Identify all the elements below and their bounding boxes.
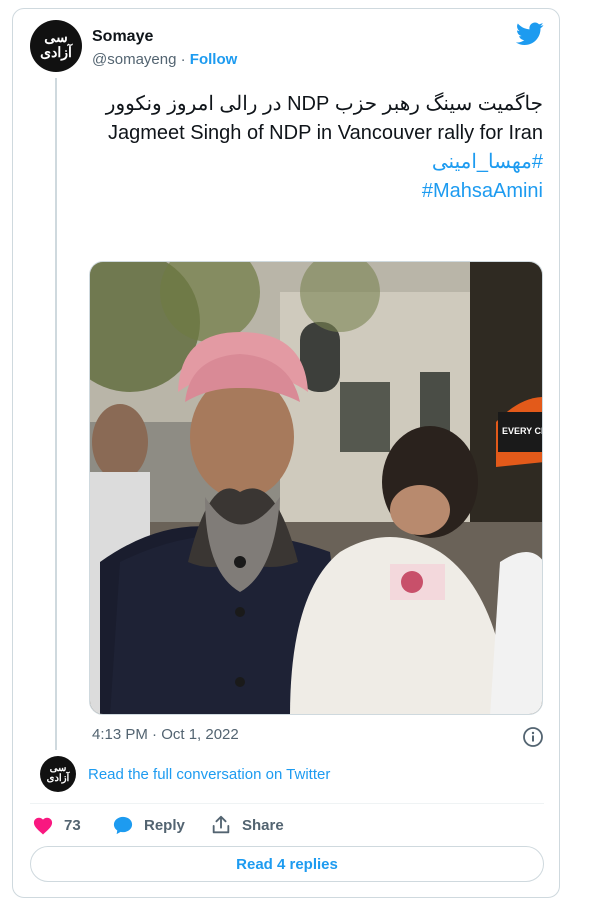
timestamp-row: 4:13 PM · Oct 1, 2022 (92, 726, 544, 748)
share-label: Share (242, 816, 284, 834)
read-replies-label: Read 4 replies (236, 855, 338, 873)
tweet-text-english: Jagmeet Singh of NDP in Vancouver rally … (107, 122, 543, 144)
share-button[interactable]: Share (210, 812, 284, 838)
read-replies-button[interactable]: Read 4 replies (30, 846, 544, 882)
author-handle-row: @somayeng · Follow (92, 51, 237, 68)
author-avatar[interactable]: سی آزادی (30, 20, 82, 72)
photo-illustration: EVERY CHILD (90, 262, 543, 714)
follow-button[interactable]: Follow (190, 51, 238, 68)
heart-icon (33, 817, 53, 835)
hashtag-english[interactable]: #MahsaAmini (92, 177, 543, 206)
author-handle[interactable]: @somayeng (92, 51, 176, 68)
divider (30, 803, 544, 804)
tweet-text-persian: جاگمیت سینگ رهبر حزب NDP در رالی امروز و… (105, 93, 543, 115)
twitter-bird-icon[interactable] (516, 22, 544, 46)
reply-bubble-icon (113, 816, 133, 835)
tweet-timestamp[interactable]: 4:13 PM · Oct 1, 2022 (92, 726, 239, 743)
reply-label: Reply (144, 816, 185, 834)
thread-line (55, 78, 57, 750)
reply-button[interactable]: Reply (112, 812, 185, 838)
like-count: 73 (64, 816, 81, 834)
conversation-avatar[interactable]: سی آزادی (40, 756, 76, 792)
read-conversation-link[interactable]: Read the full conversation on Twitter (88, 766, 330, 783)
share-icon (212, 815, 230, 834)
handle-separator: · (176, 51, 190, 68)
avatar-calligraphy: سی آزادی (40, 30, 72, 61)
like-button[interactable]: 73 (32, 812, 81, 838)
photo-sign-text: EVERY CHILD (502, 426, 543, 436)
author-name[interactable]: Somaye (92, 28, 153, 46)
tweet-photo[interactable]: EVERY CHILD (89, 261, 543, 715)
hashtag-persian[interactable]: #مهسا_امینی (92, 148, 543, 177)
avatar-calligraphy-small: سی آزادی (46, 762, 70, 784)
info-icon[interactable] (522, 726, 544, 748)
tweet-text: جاگمیت سینگ رهبر حزب NDP در رالی امروز و… (92, 90, 543, 206)
